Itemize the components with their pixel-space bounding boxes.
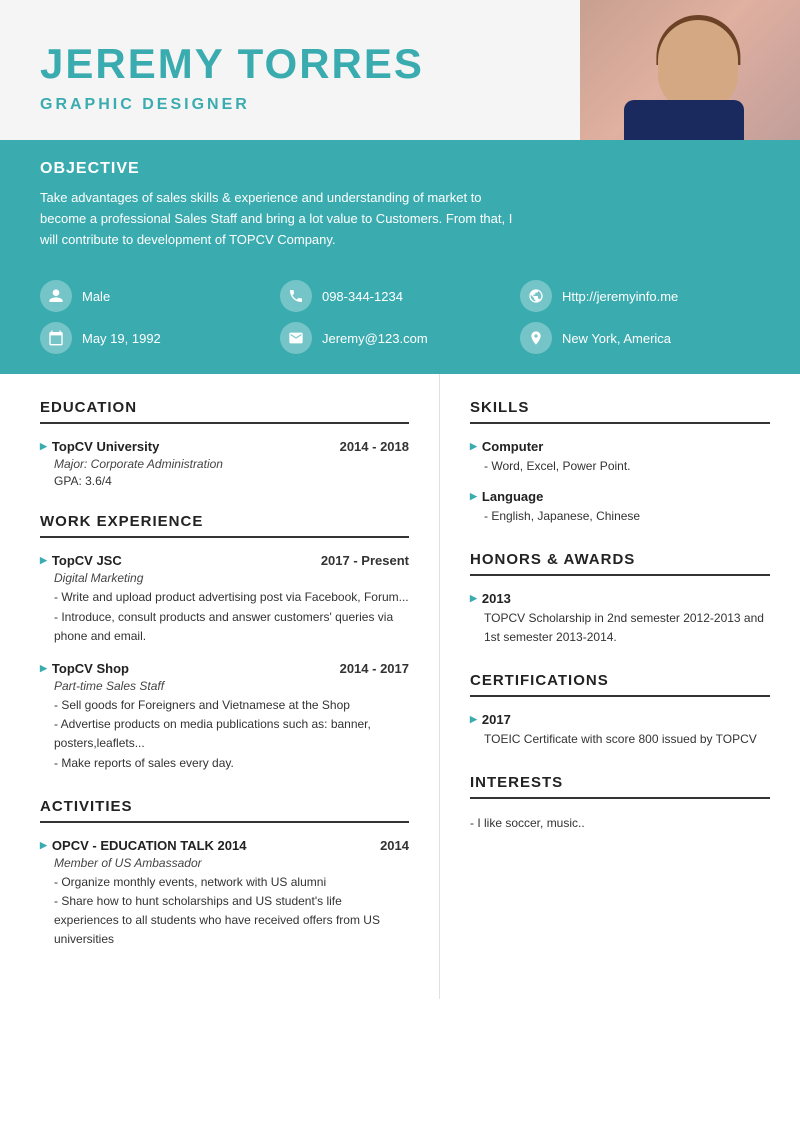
- edu-item-0: TopCV University 2014 - 2018 Major: Corp…: [40, 439, 409, 488]
- globe-icon: [520, 280, 552, 312]
- activity-org-0: OPCV - EDUCATION TALK 2014: [40, 838, 246, 853]
- work-sub-1: Part-time Sales Staff: [54, 679, 409, 693]
- objective-title: OBJECTIVE: [40, 160, 760, 178]
- activity-years-0: 2014: [380, 838, 409, 853]
- interests-title: INTERESTS: [470, 774, 770, 799]
- activity-sub-0: Member of US Ambassador: [54, 856, 409, 870]
- skills-title: SKILLS: [470, 399, 770, 424]
- work-item-0: TopCV JSC 2017 - Present Digital Marketi…: [40, 553, 409, 646]
- edu-years: 2014 - 2018: [340, 439, 409, 454]
- edu-org: TopCV University: [40, 439, 159, 454]
- left-column: EDUCATION TopCV University 2014 - 2018 M…: [0, 374, 440, 999]
- info-location: New York, America: [520, 322, 760, 354]
- skill-item-1: Language - English, Japanese, Chinese: [470, 489, 770, 526]
- skill-detail-0: - Word, Excel, Power Point.: [484, 457, 770, 476]
- activity-item-0: OPCV - EDUCATION TALK 2014 2014 Member o…: [40, 838, 409, 950]
- info-gender: Male: [40, 280, 280, 312]
- work-org-0: TopCV JSC: [40, 553, 122, 568]
- info-phone: 098-344-1234: [280, 280, 520, 312]
- right-column: SKILLS Computer - Word, Excel, Power Poi…: [440, 374, 800, 999]
- work-title: WORK EXPERIENCE: [40, 513, 409, 538]
- activities-title: ACTIVITIES: [40, 798, 409, 823]
- interests-text: - I like soccer, music..: [470, 814, 770, 833]
- honor-item-0: 2013 TOPCV Scholarship in 2nd semester 2…: [470, 591, 770, 647]
- website-label: Http://jeremyinfo.me: [562, 289, 678, 304]
- work-experience-section: WORK EXPERIENCE TopCV JSC 2017 - Present…: [40, 513, 409, 772]
- work-detail-0: - Write and upload product advertising p…: [54, 588, 409, 646]
- skills-section: SKILLS Computer - Word, Excel, Power Poi…: [470, 399, 770, 525]
- location-icon: [520, 322, 552, 354]
- phone-label: 098-344-1234: [322, 289, 403, 304]
- activity-detail-0: - Organize monthly events, network with …: [54, 873, 409, 950]
- resume-container: JEREMY TORRES GRAPHIC DESIGNER OBJECTIVE…: [0, 0, 800, 1121]
- email-label: Jeremy@123.com: [322, 331, 428, 346]
- skill-name-1: Language: [470, 489, 770, 504]
- main-content: EDUCATION TopCV University 2014 - 2018 M…: [0, 374, 800, 999]
- honors-section: HONORS & AWARDS 2013 TOPCV Scholarship i…: [470, 551, 770, 647]
- info-email: Jeremy@123.com: [280, 322, 520, 354]
- header-section: JEREMY TORRES GRAPHIC DESIGNER: [0, 0, 800, 140]
- candidate-name: JEREMY TORRES: [40, 40, 560, 88]
- cert-desc-0: TOEIC Certificate with score 800 issued …: [484, 730, 770, 749]
- candidate-title: GRAPHIC DESIGNER: [40, 96, 560, 114]
- honor-desc-0: TOPCV Scholarship in 2nd semester 2012-2…: [484, 609, 770, 647]
- activities-section: ACTIVITIES OPCV - EDUCATION TALK 2014 20…: [40, 798, 409, 950]
- skill-detail-1: - English, Japanese, Chinese: [484, 507, 770, 526]
- edu-gpa: GPA: 3.6/4: [54, 474, 409, 488]
- education-section: EDUCATION TopCV University 2014 - 2018 M…: [40, 399, 409, 488]
- cert-year-0: 2017: [470, 712, 770, 727]
- calendar-icon: [40, 322, 72, 354]
- work-years-1: 2014 - 2017: [340, 661, 409, 676]
- profile-photo: [580, 0, 800, 140]
- email-icon: [280, 322, 312, 354]
- location-label: New York, America: [562, 331, 671, 346]
- gender-label: Male: [82, 289, 110, 304]
- skill-item-0: Computer - Word, Excel, Power Point.: [470, 439, 770, 476]
- certifications-section: CERTIFICATIONS 2017 TOEIC Certificate wi…: [470, 672, 770, 749]
- work-item-1: TopCV Shop 2014 - 2017 Part-time Sales S…: [40, 661, 409, 773]
- birthday-label: May 19, 1992: [82, 331, 161, 346]
- phone-icon: [280, 280, 312, 312]
- work-detail-1: - Sell goods for Foreigners and Vietname…: [54, 696, 409, 773]
- photo-area: [580, 0, 800, 140]
- education-title: EDUCATION: [40, 399, 409, 424]
- certifications-title: CERTIFICATIONS: [470, 672, 770, 697]
- honor-year-0: 2013: [470, 591, 770, 606]
- work-org-1: TopCV Shop: [40, 661, 129, 676]
- info-section: Male 098-344-1234 Http://jeremyinfo.me M…: [0, 270, 800, 374]
- interests-section: INTERESTS - I like soccer, music..: [470, 774, 770, 833]
- objective-section: OBJECTIVE Take advantages of sales skill…: [0, 140, 800, 270]
- cert-item-0: 2017 TOEIC Certificate with score 800 is…: [470, 712, 770, 749]
- honors-title: HONORS & AWARDS: [470, 551, 770, 576]
- info-birthday: May 19, 1992: [40, 322, 280, 354]
- person-icon: [40, 280, 72, 312]
- info-website: Http://jeremyinfo.me: [520, 280, 760, 312]
- skill-name-0: Computer: [470, 439, 770, 454]
- work-years-0: 2017 - Present: [321, 553, 409, 568]
- edu-sub: Major: Corporate Administration: [54, 457, 409, 471]
- work-sub-0: Digital Marketing: [54, 571, 409, 585]
- objective-text: Take advantages of sales skills & experi…: [40, 188, 520, 250]
